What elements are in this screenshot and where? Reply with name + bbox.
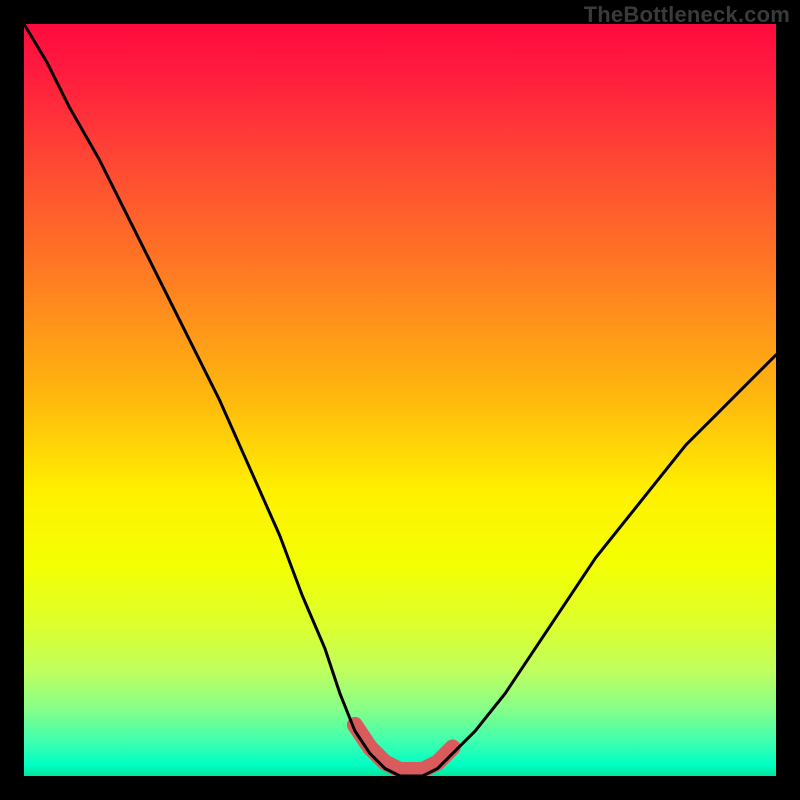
bottleneck-chart (24, 24, 776, 776)
gradient-background (24, 24, 776, 776)
chart-frame: TheBottleneck.com (0, 0, 800, 800)
